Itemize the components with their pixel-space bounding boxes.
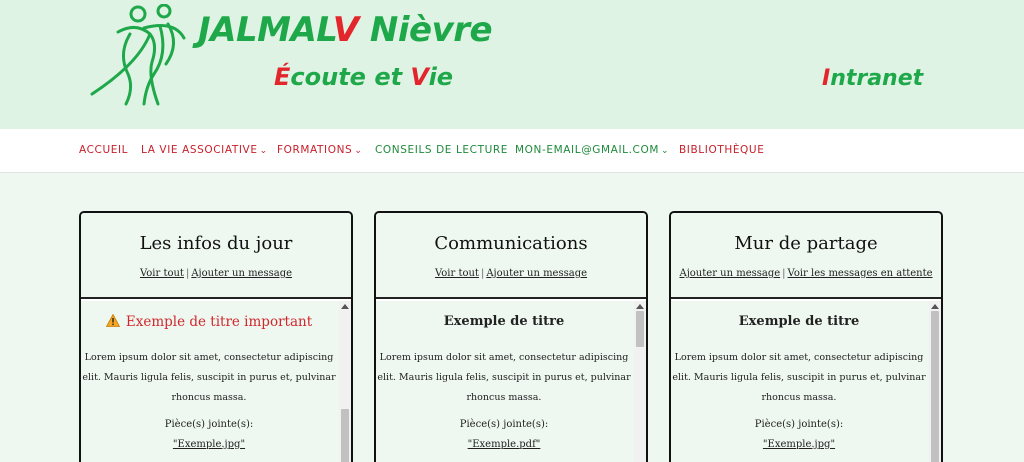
nav-item-accueil[interactable]: ACCUEIL <box>79 144 128 156</box>
nav-item-vie-associative[interactable]: LA VIE ASSOCIATIVE ⌄ <box>141 144 268 156</box>
scroll-up-arrow-icon[interactable] <box>931 304 939 309</box>
attachment-link[interactable]: "Exemple.pdf" <box>376 439 632 450</box>
scrollbar-thumb[interactable] <box>931 311 939 462</box>
message-text: Lorem ipsum dolor sit amet, consectetur … <box>82 352 336 403</box>
warning-icon <box>105 314 120 327</box>
message-list[interactable]: Exemple de titre Lorem ipsum dolor sit a… <box>671 301 941 462</box>
message-title: Exemple de titre <box>443 314 565 329</box>
card-title: Mur de partage <box>734 233 878 254</box>
scroll-up-arrow-icon[interactable] <box>636 304 644 309</box>
attachment-link[interactable]: "Exemple.jpg" <box>671 439 927 450</box>
attachment-label: Pièce(s) jointe(s): <box>164 419 254 430</box>
scrollbar-thumb[interactable] <box>341 409 349 462</box>
card-header: Communications Voir tout | Ajouter un mess… <box>376 213 646 299</box>
view-all-link[interactable]: Voir tout <box>435 268 479 279</box>
card-header: Les infos du jour Voir tout | Ajouter un m… <box>81 213 351 299</box>
nav-item-conseils-lecture[interactable]: CONSEILS DE LECTURE <box>375 144 508 156</box>
card-links: Voir tout | Ajouter un message <box>139 268 293 279</box>
attachment-label: Pièce(s) jointe(s): <box>754 419 844 430</box>
scroll-up-arrow-icon[interactable] <box>341 304 349 309</box>
brand-tagline: Écoute et Vie <box>274 63 454 91</box>
brand-name[interactable]: JALMALV Nièvre <box>198 10 493 50</box>
scrollbar[interactable] <box>634 301 646 462</box>
chevron-down-icon: ⌄ <box>354 146 363 156</box>
message-title: Exemple de titre <box>738 314 860 329</box>
scrollbar[interactable] <box>339 301 351 462</box>
add-message-link[interactable]: Ajouter un message <box>679 268 780 279</box>
view-all-link[interactable]: Voir tout <box>140 268 184 279</box>
site-header: JALMALV Nièvre Écoute et Vie Intranet <box>0 0 1024 129</box>
message-text: Lorem ipsum dolor sit amet, consectetur … <box>377 352 631 403</box>
nav-item-formations[interactable]: FORMATIONS ⌄ <box>277 144 362 156</box>
pending-messages-link[interactable]: Voir les messages en attente <box>788 268 933 279</box>
card-header: Mur de partage Ajouter un message | Voir l… <box>671 213 941 299</box>
scrollbar[interactable] <box>929 301 941 462</box>
card-title: Les infos du jour <box>139 233 293 254</box>
card-infos-du-jour: Les infos du jour Voir tout | Ajouter un m… <box>79 211 353 462</box>
scrollbar-thumb[interactable] <box>636 311 644 347</box>
nav-item-account[interactable]: MON-EMAIL@GMAIL.COM ⌄ <box>515 144 669 156</box>
card-communications: Communications Voir tout | Ajouter un mess… <box>374 211 648 462</box>
add-message-link[interactable]: Ajouter un message <box>486 268 587 279</box>
main-nav: ACCUEIL LA VIE ASSOCIATIVE ⌄ FORMATIONS ⌄ … <box>0 129 1024 173</box>
message-list[interactable]: Exemple de titre Lorem ipsum dolor sit a… <box>376 301 646 462</box>
message-text: Lorem ipsum dolor sit amet, consectetur … <box>672 352 926 403</box>
chevron-down-icon: ⌄ <box>259 146 268 156</box>
logo-figures-icon[interactable] <box>88 4 198 108</box>
card-title: Communications <box>434 233 588 254</box>
add-message-link[interactable]: Ajouter un message <box>191 268 292 279</box>
card-links: Voir tout | Ajouter un message <box>434 268 588 279</box>
attachment-label: Pièce(s) jointe(s): <box>459 419 549 430</box>
card-links: Ajouter un message | Voir les messages en … <box>679 268 933 279</box>
card-mur-de-partage: Mur de partage Ajouter un message | Voir l… <box>669 211 943 462</box>
message-title: Exemple de titre important <box>81 314 337 330</box>
message-list[interactable]: Exemple de titre important Lorem ipsum d… <box>81 301 351 462</box>
attachment-link[interactable]: "Exemple.jpg" <box>81 439 337 450</box>
nav-item-bibliotheque[interactable]: BIBLIOTHÈQUE <box>679 144 764 156</box>
intranet-label: Intranet <box>822 66 924 91</box>
chevron-down-icon: ⌄ <box>661 146 670 156</box>
